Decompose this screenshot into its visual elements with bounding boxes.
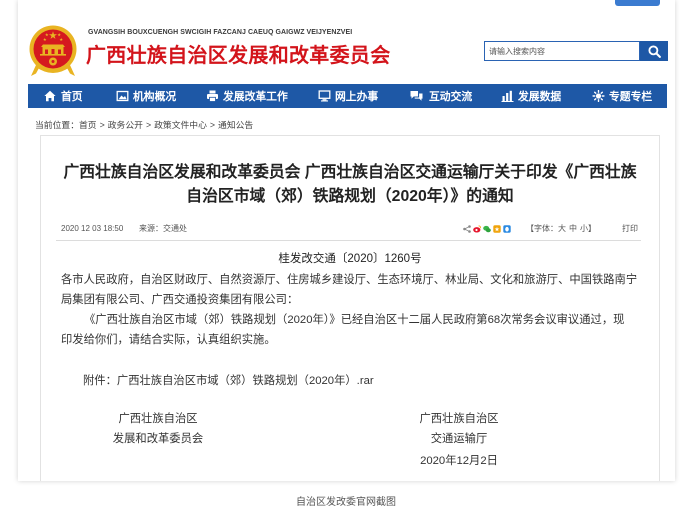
breadcrumb-separator: > <box>145 120 152 130</box>
search-button[interactable] <box>640 41 668 61</box>
image-icon <box>116 90 129 102</box>
nav-label: 发展数据 <box>518 91 562 103</box>
breadcrumb-prefix: 当前位置： <box>35 120 79 130</box>
qzone-icon[interactable] <box>493 224 501 233</box>
breadcrumb-separator: > <box>99 120 105 130</box>
article-title-line: 自治区市域（郊）铁路规划（2020年）》的通知 <box>186 188 514 205</box>
article-title-line: 广西壮族自治区发展和改革委员会 广西壮族自治区交通运输厅关于印发《广西壮族 <box>63 164 637 181</box>
monitor-icon <box>318 90 331 102</box>
font-size-label: 【字体： <box>526 224 558 233</box>
nav-label: 网上办事 <box>335 91 379 103</box>
attachment-link[interactable]: 广西壮族自治区市域（郊）铁路规划（2020年）.rar <box>117 375 374 387</box>
home-icon <box>44 90 57 102</box>
gear-icon <box>592 90 605 102</box>
signature-line: 广西壮族自治区 <box>118 413 198 425</box>
top-utility-bar[interactable] <box>615 0 660 6</box>
nav-label: 专题专栏 <box>609 91 653 103</box>
nav-item-reform-work[interactable]: 发展改革工作 <box>206 84 288 108</box>
signature-line: 发展和改革委员会 <box>112 433 204 445</box>
attachment-label: 附件： <box>83 375 117 387</box>
font-size-label-close: 】 <box>588 224 596 233</box>
main-nav: 首页 机构概况 发展改革工作 网上办事 互动交流 发展数据 专题专栏 <box>28 84 667 108</box>
paragraph-line: 《广西壮族自治区市域（郊）铁路规划（2020年）》已经自治区十二届人民政府第68… <box>84 314 625 326</box>
meta-divider <box>56 240 641 241</box>
paragraph-line: 印发给你们，请结合实际，认真组织实施。 <box>61 334 276 346</box>
nav-item-interaction[interactable]: 互动交流 <box>409 84 472 108</box>
nav-item-home[interactable]: 首页 <box>44 84 83 108</box>
nav-item-development-data[interactable]: 发展数据 <box>501 84 561 108</box>
signature-left: 广西壮族自治区 发展和改革委员会 <box>88 409 228 449</box>
font-size-small-link[interactable]: 小 <box>580 224 588 233</box>
share-icon[interactable] <box>463 224 471 233</box>
signature-date: 2020年12月2日 <box>420 455 498 467</box>
recipients-paragraph: 各市人民政府，自治区财政厅、自然资源厅、住房城乡建设厅、生态环境厅、林业局、文化… <box>61 270 637 310</box>
image-caption: 自治区发改委官网截图 <box>296 497 396 508</box>
document-number: 桂发改交通〔2020〕1260号 <box>278 253 422 265</box>
signature-right: 广西壮族自治区 交通运输厅 2020年12月2日 <box>389 409 529 471</box>
share-bar <box>463 224 513 233</box>
screenshot-stage: GVANGSIH BOUXCUENGH SWCIGIH FAZCANJ CAEU… <box>0 0 692 520</box>
publish-date: 2020 12 03 18:50 <box>61 224 124 233</box>
qq-icon[interactable] <box>503 224 511 233</box>
breadcrumb-link-government-affairs[interactable]: 政务公开 <box>108 120 143 130</box>
font-size-control: 【字体：大中小】 <box>526 223 596 235</box>
search-input[interactable] <box>484 41 640 61</box>
site-title[interactable]: 广西壮族自治区发展和改革委员会 <box>86 44 391 68</box>
national-emblem-icon[interactable] <box>28 25 78 79</box>
nav-label: 互动交流 <box>429 91 473 103</box>
breadcrumb: 当前位置：首页 > 政务公开 > 政策文件中心 > 通知公告 <box>35 119 253 131</box>
nav-item-special-topics[interactable]: 专题专栏 <box>592 84 652 108</box>
printer-icon <box>206 90 219 102</box>
nav-item-organization[interactable]: 机构概况 <box>116 84 176 108</box>
article-panel: 广西壮族自治区发展和改革委员会 广西壮族自治区交通运输厅关于印发《广西壮族 自治… <box>40 135 660 481</box>
print-link[interactable]: 打印 <box>622 223 638 235</box>
chat-icon <box>409 90 424 102</box>
breadcrumb-link-policy-documents[interactable]: 政策文件中心 <box>154 120 207 130</box>
nav-label: 发展改革工作 <box>223 91 288 103</box>
nav-label: 首页 <box>61 91 83 103</box>
font-size-large-link[interactable]: 大 <box>558 224 566 233</box>
font-size-medium-link[interactable]: 中 <box>569 224 577 233</box>
attachment: 附件：广西壮族自治区市域（郊）铁路规划（2020年）.rar <box>83 371 374 391</box>
article-source: 来源：交通处 <box>139 224 187 233</box>
search-icon <box>647 44 661 58</box>
wechat-icon[interactable] <box>483 224 491 233</box>
weibo-icon[interactable] <box>473 224 481 233</box>
nav-label: 机构概况 <box>133 91 177 103</box>
body-paragraph: 《广西壮族自治区市域（郊）铁路规划（2020年）》已经自治区十二届人民政府第68… <box>61 310 624 350</box>
breadcrumb-link-home[interactable]: 首页 <box>79 120 97 130</box>
article-title: 广西壮族自治区发展和改革委员会 广西壮族自治区交通运输厅关于印发《广西壮族 自治… <box>41 161 659 209</box>
signature-line: 广西壮族自治区 <box>419 413 499 425</box>
breadcrumb-separator: > <box>209 120 216 130</box>
paragraph-line: 局集团有限公司、广西交通投资集团有限公司： <box>61 294 299 306</box>
site-title-pinyin: GVANGSIH BOUXCUENGH SWCIGIH FAZCANJ CAEU… <box>88 29 353 36</box>
breadcrumb-link-notices[interactable]: 通知公告 <box>218 120 253 130</box>
paragraph-line: 各市人民政府，自治区财政厅、自然资源厅、住房城乡建设厅、生态环境厅、林业局、文化… <box>61 274 638 286</box>
nav-item-online-services[interactable]: 网上办事 <box>318 84 378 108</box>
website-screenshot-card: GVANGSIH BOUXCUENGH SWCIGIH FAZCANJ CAEU… <box>18 0 675 481</box>
signature-line: 交通运输厅 <box>430 433 488 445</box>
bar-chart-icon <box>501 90 514 102</box>
